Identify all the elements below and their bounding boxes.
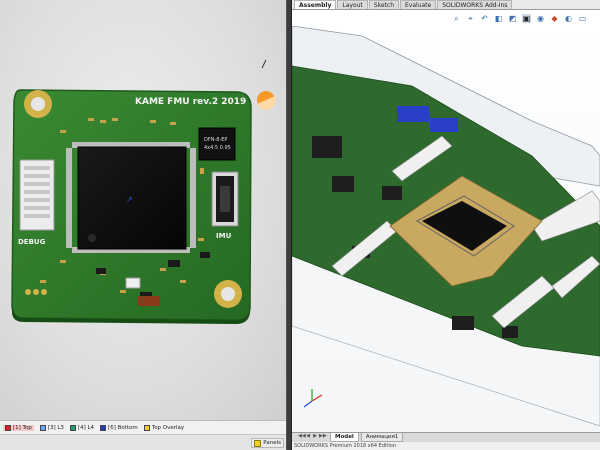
solidworks-window: Assembly Layout Sketch Evaluate SOLIDWOR… <box>292 0 600 450</box>
view-orientation-icon[interactable]: ◩ <box>508 14 517 23</box>
layer-tabs-bar: [1] Top [3] L3 [4] L4 [6] Bottom Top Ove… <box>0 420 286 434</box>
layer-tab-bottom[interactable]: [6] Bottom <box>100 424 138 431</box>
heads-up-view-toolbar: ⌕ ⌖ ↶ ◧ ◩ ▣ ◉ ◆ ◐ ▭ <box>452 11 587 25</box>
zoom-area-icon[interactable]: ⌖ <box>466 14 475 23</box>
hide-show-icon[interactable]: ◉ <box>536 14 545 23</box>
panels-button[interactable]: Panels <box>251 438 284 448</box>
tab-layout[interactable]: Layout <box>337 0 368 9</box>
zoom-to-fit-icon[interactable]: ⌕ <box>452 14 461 23</box>
section-view-icon[interactable]: ◧ <box>494 14 503 23</box>
first-tab-arrow-icon[interactable]: ◀◀ <box>298 433 306 439</box>
command-manager-tabs: Assembly Layout Sketch Evaluate SOLIDWOR… <box>292 0 600 10</box>
svg-text:DEBUG: DEBUG <box>18 238 46 246</box>
tab-model[interactable]: Model <box>330 433 359 442</box>
layer-tab-l3[interactable]: [3] L3 <box>39 424 64 431</box>
layer-tab-label: Top Overlay <box>151 424 185 431</box>
status-bar: Panels <box>0 434 286 450</box>
scene-icon[interactable]: ◐ <box>564 14 573 23</box>
svg-text:IMU: IMU <box>216 232 232 240</box>
layer-tab-top[interactable]: [1] Top <box>3 424 34 431</box>
layer-color-swatch <box>69 424 76 431</box>
layer-color-swatch <box>5 424 11 431</box>
mounting-hole-top-left <box>24 90 52 118</box>
layer-color-swatch <box>39 424 46 431</box>
layer-color-swatch <box>143 424 150 431</box>
model-tabs-bar: ◀◀ ◀ ▶ ▶▶ Model Анимация1 <box>292 432 600 442</box>
layer-tab-label: [1] Top <box>13 424 32 431</box>
tab-nav-arrows: ◀◀ ◀ ▶ ▶▶ <box>298 433 327 439</box>
tab-addins[interactable]: SOLIDWORKS Add-Ins <box>437 0 513 9</box>
previous-view-icon[interactable]: ↶ <box>480 14 489 23</box>
light-source-icon <box>257 59 276 110</box>
tab-sketch[interactable]: Sketch <box>368 0 399 9</box>
panels-label: Panels <box>263 440 281 446</box>
layer-tab-label: [4] L4 <box>77 424 95 431</box>
layer-color-swatch <box>100 424 107 431</box>
display-style-icon[interactable]: ▣ <box>522 13 531 23</box>
prev-tab-arrow-icon[interactable]: ◀ <box>305 433 311 439</box>
svg-text:DFN-8-EP: DFN-8-EP <box>204 137 227 143</box>
pcb-viewport[interactable]: KAME FMU rev.2 2019 ↗ DFN-8-EP 4x4.5 0.9… <box>0 0 286 420</box>
status-text: SOLIDWORKS Premium 2018 x64 Edition <box>292 442 600 450</box>
panels-icon <box>254 439 262 447</box>
capacitor <box>138 296 160 306</box>
layer-tab-top-overlay[interactable]: Top Overlay <box>143 424 185 431</box>
tab-animation[interactable]: Анимация1 <box>360 433 404 442</box>
board-title-text: KAME FMU rev.2 2019 <box>135 97 246 107</box>
debug-connector <box>19 159 55 231</box>
layer-tab-l4[interactable]: [4] L4 <box>69 424 95 431</box>
graphics-area[interactable] <box>292 25 600 432</box>
tab-assembly[interactable]: Assembly <box>294 0 337 9</box>
next-tab-arrow-icon[interactable]: ▶ <box>312 433 318 439</box>
mounting-hole-bottom-right <box>214 280 242 308</box>
axis-triad-icon <box>303 389 323 408</box>
last-tab-arrow-icon[interactable]: ▶▶ <box>319 433 327 439</box>
layer-tab-label: [3] L3 <box>47 424 64 431</box>
tab-evaluate[interactable]: Evaluate <box>400 0 437 9</box>
pcb-render: KAME FMU rev.2 2019 ↗ DFN-8-EP 4x4.5 0.9… <box>11 59 276 324</box>
monitor-icon[interactable]: ▭ <box>578 14 587 23</box>
appearance-icon[interactable]: ◆ <box>550 14 559 23</box>
svg-text:4x4.5 0.95: 4x4.5 0.95 <box>204 145 231 151</box>
pcb-3d-viewer[interactable]: KAME FMU rev.2 2019 ↗ DFN-8-EP 4x4.5 0.9… <box>0 0 286 450</box>
assembly-render <box>292 25 600 427</box>
layer-tab-label: [6] Bottom <box>108 424 138 431</box>
dfn-chip <box>198 127 236 161</box>
svg-text:↗: ↗ <box>126 195 133 204</box>
